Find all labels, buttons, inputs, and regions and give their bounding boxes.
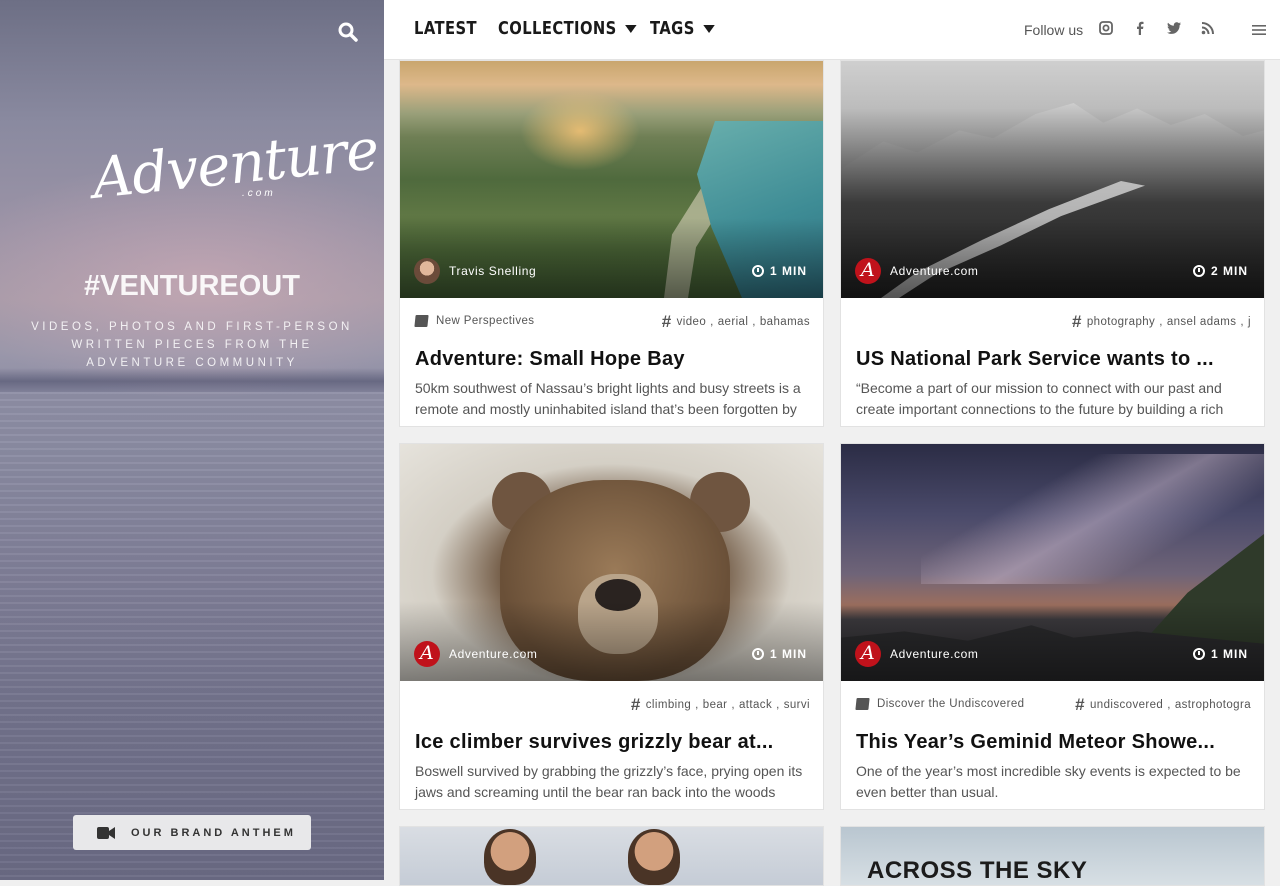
nav-latest-label: LATEST (414, 18, 477, 39)
article-meta: # climbing, bear, attack, survi (415, 697, 810, 717)
author-info[interactable]: A Adventure.com (414, 641, 538, 667)
tag-link[interactable]: aerial (718, 316, 749, 328)
book-icon (855, 698, 870, 710)
tag-link[interactable]: ansel adams (1167, 316, 1237, 328)
read-time: 1 MIN (751, 647, 807, 661)
hashtag-icon: # (1075, 698, 1085, 712)
tag-link[interactable]: bear (703, 699, 728, 711)
tag-list: # video, aerial, bahamas (661, 315, 810, 329)
book-icon (414, 315, 429, 327)
avatar (414, 258, 440, 284)
read-time: 1 MIN (1192, 647, 1248, 661)
read-time-value: 2 MIN (1210, 264, 1248, 278)
avatar: A (855, 258, 881, 284)
avatar: A (414, 641, 440, 667)
tag-link[interactable]: survi (784, 699, 810, 711)
read-time: 2 MIN (1192, 264, 1248, 278)
article-meta: New Perspectives # video, aerial, bahama… (414, 314, 810, 334)
tag-link[interactable]: bahamas (760, 316, 810, 328)
rss-icon[interactable] (1200, 20, 1216, 36)
tag-link[interactable]: undiscovered (1090, 699, 1163, 711)
collection-link[interactable]: New Perspectives (414, 315, 535, 327)
article-excerpt: Boswell survived by grabbing the grizzly… (415, 763, 803, 800)
article-card[interactable]: Travis Snelling 1 MIN New Perspectives #… (399, 60, 824, 427)
nav-latest[interactable]: LATEST (414, 18, 477, 39)
article-card[interactable]: A Adventure.com 1 MIN # climbing, bear, … (399, 443, 824, 810)
hamburger-icon[interactable] (1252, 24, 1266, 36)
video-camera-icon (97, 826, 115, 839)
top-navigation: LATEST COLLECTIONS TAGS Follow us (384, 0, 1280, 60)
article-card-partial[interactable] (399, 826, 824, 886)
chevron-down-icon (702, 24, 715, 33)
article-excerpt: “Become a part of our mission to connect… (856, 380, 1224, 417)
author-info[interactable]: A Adventure.com (855, 258, 979, 284)
article-title[interactable]: Ice climber survives grizzly bear at... (415, 731, 810, 754)
brand-anthem-label: OUR BRAND ANTHEM (131, 826, 296, 839)
search-icon[interactable] (336, 20, 360, 44)
read-time: 1 MIN (751, 264, 807, 278)
article-title[interactable]: Adventure: Small Hope Bay (415, 348, 810, 371)
collection-name: New Perspectives (436, 315, 535, 327)
site-tagline: #VENTUREOUT (84, 270, 300, 302)
nav-collections-label: COLLECTIONS (498, 18, 617, 39)
avatar: A (855, 641, 881, 667)
tag-link[interactable]: attack (739, 699, 772, 711)
author-name: Adventure.com (890, 264, 979, 278)
hashtag-icon: # (630, 698, 641, 712)
tag-list: # climbing, bear, attack, survi (630, 698, 810, 712)
logo-suffix: .com (242, 188, 276, 199)
article-title[interactable]: US National Park Service wants to ... (856, 348, 1251, 371)
tag-list: # photography, ansel adams, j (1072, 315, 1251, 329)
chevron-down-icon (624, 24, 637, 33)
twitter-icon[interactable] (1166, 20, 1182, 36)
clock-icon (1192, 648, 1205, 660)
tag-link[interactable]: astrophotogra (1175, 699, 1251, 711)
hashtag-icon: # (661, 315, 672, 329)
tag-link[interactable]: photography (1087, 316, 1155, 328)
article-card[interactable]: A Adventure.com 1 MIN Discover the Undis… (840, 443, 1265, 810)
collection-name: Discover the Undiscovered (877, 698, 1025, 710)
instagram-icon[interactable] (1098, 20, 1114, 36)
sidebar: Adventure .com #VENTUREOUT VIDEOS, PHOTO… (0, 0, 384, 880)
clock-icon (751, 265, 764, 277)
tag-list: # undiscovered, astrophotogra (1075, 698, 1251, 712)
facebook-icon[interactable] (1132, 20, 1148, 36)
follow-us-label: Follow us (1024, 22, 1084, 38)
author-name: Adventure.com (890, 647, 979, 661)
article-excerpt: 50km southwest of Nassau’s bright lights… (415, 380, 801, 417)
clock-icon (751, 648, 764, 660)
nav-tags-label: TAGS (650, 18, 695, 39)
read-time-value: 1 MIN (769, 264, 807, 278)
site-description: VIDEOS, PHOTOS AND FIRST-PERSON WRITTEN … (31, 321, 353, 369)
author-name: Travis Snelling (449, 264, 537, 278)
article-meta: Discover the Undiscovered # undiscovered… (855, 697, 1251, 717)
tag-link[interactable]: j (1248, 316, 1251, 328)
author-info[interactable]: A Adventure.com (855, 641, 979, 667)
brand-anthem-button[interactable]: OUR BRAND ANTHEM (73, 815, 311, 850)
image-headline: ACROSS THE SKY (867, 857, 1088, 884)
tag-link[interactable]: climbing (646, 699, 691, 711)
article-card[interactable]: A Adventure.com 2 MIN # photography, ans… (840, 60, 1265, 427)
article-excerpt: One of the year’s most incredible sky ev… (856, 763, 1241, 800)
nav-collections[interactable]: COLLECTIONS (498, 18, 637, 39)
article-title[interactable]: This Year’s Geminid Meteor Showe... (856, 731, 1251, 754)
author-name: Adventure.com (449, 647, 538, 661)
water-reflection (0, 392, 384, 880)
read-time-value: 1 MIN (769, 647, 807, 661)
site-logo[interactable]: Adventure .com (86, 117, 381, 228)
tag-link[interactable]: video (677, 316, 707, 328)
author-info[interactable]: Travis Snelling (414, 258, 536, 284)
nav-tags[interactable]: TAGS (650, 18, 715, 39)
collection-link[interactable]: Discover the Undiscovered (855, 698, 1025, 710)
read-time-value: 1 MIN (1210, 647, 1248, 661)
article-card-partial[interactable]: ACROSS THE SKY (840, 826, 1265, 886)
clock-icon (1192, 265, 1205, 277)
article-meta: # photography, ansel adams, j (856, 314, 1251, 334)
hashtag-icon: # (1072, 315, 1082, 329)
